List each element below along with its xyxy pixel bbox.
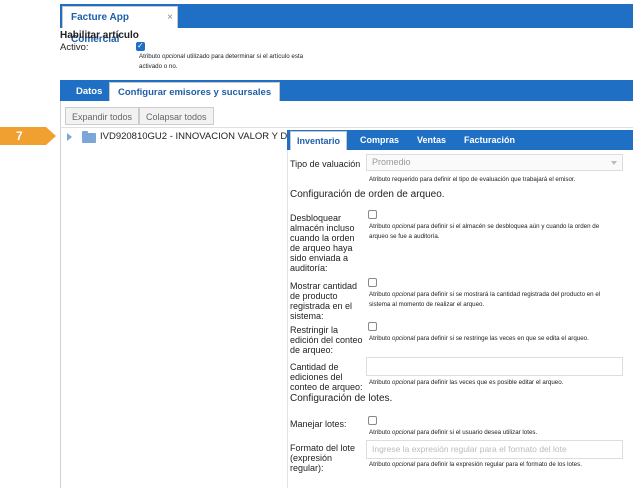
section-lotes: Configuración de lotes. bbox=[290, 393, 393, 404]
tree-item-emisor[interactable]: IVD920810GU2 - INNOVACION VALOR Y DESARR… bbox=[100, 131, 288, 142]
step-marker: 7 bbox=[0, 127, 56, 145]
manejar-lotes-hint: Atributo opcional para definir si el usu… bbox=[369, 429, 538, 436]
manejar-lotes-label: Manejar lotes: bbox=[290, 419, 347, 429]
manejar-lotes-checkbox[interactable] bbox=[368, 416, 377, 425]
close-icon[interactable]: × bbox=[167, 7, 173, 29]
tab-inventario[interactable]: Inventario bbox=[290, 131, 348, 150]
formato-lote-input[interactable]: Ingrese la expresión regular para el for… bbox=[366, 440, 623, 459]
desbloquear-hint: Atributo opcional para definir si el alm… bbox=[369, 223, 600, 240]
app-tab-facture[interactable]: Facture App Comercial × bbox=[62, 6, 178, 45]
restringir-hint: Atributo opcional para definir si se res… bbox=[369, 335, 589, 342]
tipo-valuacion-hint: Atributo requerido para definir el tipo … bbox=[369, 176, 576, 183]
desbloquear-checkbox[interactable] bbox=[368, 210, 377, 219]
tab-facturacion[interactable]: Facturación bbox=[458, 131, 521, 150]
mostrar-cantidad-hint: Atributo opcional para definir si se mos… bbox=[369, 291, 601, 308]
restringir-label: Restringir la edición del conteo de arqueo… bbox=[290, 325, 363, 355]
cantidad-ediciones-hint: Atributo opcional para definir las veces… bbox=[369, 379, 564, 386]
section-arqueo: Configuración de orden de arqueo. bbox=[290, 189, 445, 200]
tab-datos[interactable]: Datos bbox=[68, 82, 111, 101]
tree-form-separator bbox=[287, 150, 288, 488]
folder-icon bbox=[82, 131, 96, 143]
expand-arrow-icon[interactable] bbox=[67, 133, 72, 141]
expand-all-button[interactable]: Expandir todos bbox=[65, 107, 140, 125]
tipo-valuacion-select[interactable]: Promedio bbox=[366, 154, 623, 171]
mostrar-cantidad-checkbox[interactable] bbox=[368, 278, 377, 287]
tipo-valuacion-value: Promedio bbox=[372, 157, 411, 167]
mostrar-cantidad-label: Mostrar cantidad de producto registrada en… bbox=[290, 281, 358, 321]
tipo-valuacion-label: Tipo de valuación bbox=[290, 159, 361, 169]
section-title-habilitar: Habilitar artículo bbox=[60, 30, 139, 41]
restringir-checkbox[interactable] bbox=[368, 322, 377, 331]
cantidad-ediciones-label: Cantidad de ediciones del conteo de arqueo… bbox=[290, 362, 363, 392]
formato-lote-label: Formato del lote (expresión regular): bbox=[290, 443, 356, 473]
divider bbox=[60, 127, 633, 128]
collapse-all-button[interactable]: Colapsar todos bbox=[139, 107, 214, 125]
activo-label: Activo: bbox=[60, 42, 89, 53]
tab-configurar-emisores[interactable]: Configurar emisores y sucursales bbox=[109, 82, 281, 101]
formato-lote-hint: Atributo opcional para definir la expres… bbox=[369, 461, 582, 468]
cantidad-ediciones-input[interactable] bbox=[366, 357, 623, 376]
desbloquear-label: Desbloquear almacén incluso cuando la orde… bbox=[290, 213, 355, 273]
activo-checkbox[interactable] bbox=[136, 41, 145, 51]
chevron-down-icon bbox=[611, 161, 617, 165]
activo-hint: Atributo opcional utilizado para determi… bbox=[139, 53, 304, 70]
tab-ventas[interactable]: Ventas bbox=[411, 131, 452, 150]
tab-compras[interactable]: Compras bbox=[354, 131, 405, 150]
panel-border bbox=[60, 101, 61, 488]
